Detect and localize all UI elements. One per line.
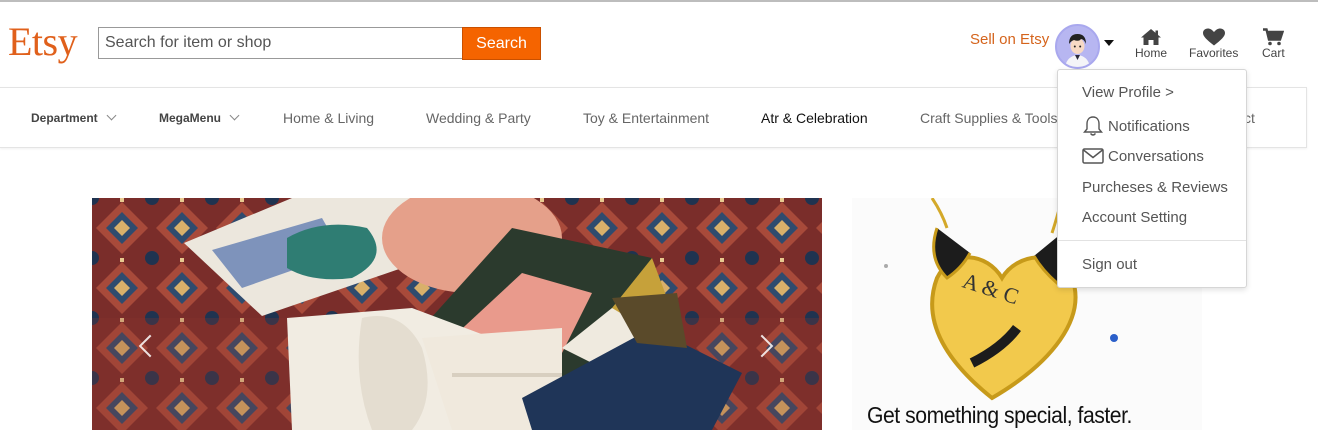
category-toy-entertainment[interactable]: Toy & Entertainment <box>583 88 709 147</box>
home-icon <box>1141 29 1161 45</box>
notifications-label: Notifications <box>1108 117 1190 135</box>
search-button[interactable]: Search <box>462 27 541 60</box>
bell-icon <box>1083 116 1103 136</box>
menu-purchases-reviews[interactable]: Purcheses & Reviews <box>1082 179 1228 196</box>
envelope-icon <box>1082 148 1104 164</box>
search-field[interactable] <box>98 27 462 59</box>
menu-notifications[interactable]: Notifications <box>1082 115 1190 137</box>
home-label: Home <box>1135 46 1168 60</box>
hero-carousel[interactable] <box>92 198 822 430</box>
favorites-label: Favorites <box>1189 46 1239 60</box>
avatar-illustration <box>1057 26 1098 67</box>
menu-view-profile[interactable]: View Profile > <box>1082 84 1174 101</box>
category-craft-supplies[interactable]: Craft Supplies & Tools <box>920 88 1057 147</box>
user-menu-dropdown: View Profile > Notifications Conversatio… <box>1057 69 1247 288</box>
cart-icon <box>1263 28 1285 46</box>
category-wedding-party[interactable]: Wedding & Party <box>426 88 531 147</box>
hero-image <box>92 198 822 430</box>
category-department[interactable]: Department <box>31 88 117 147</box>
sell-on-etsy-link[interactable]: Sell on Etsy <box>970 31 1049 48</box>
etsy-logo[interactable]: Etsy <box>8 18 78 66</box>
top-border <box>0 0 1318 2</box>
nav-favorites[interactable]: Favorites <box>1189 28 1238 60</box>
menu-sign-out[interactable]: Sign out <box>1082 256 1137 273</box>
category-art-celebration[interactable]: Atr & Celebration <box>761 88 868 147</box>
menu-conversations[interactable]: Conversations <box>1082 147 1204 165</box>
promo-headline: Get something special, faster. <box>867 402 1132 428</box>
menu-account-setting[interactable]: Account Setting <box>1082 209 1187 226</box>
conversations-label: Conversations <box>1108 147 1204 165</box>
search-input[interactable] <box>99 28 462 58</box>
avatar[interactable] <box>1055 24 1100 69</box>
category-label: Department <box>31 110 98 125</box>
cart-label: Cart <box>1262 46 1285 60</box>
menu-divider <box>1058 240 1246 241</box>
chevron-down-icon <box>229 110 240 121</box>
category-home-living[interactable]: Home & Living <box>283 88 374 147</box>
heart-icon <box>1202 28 1225 46</box>
chevron-down-icon <box>106 110 117 121</box>
nav-cart[interactable]: Cart <box>1262 28 1285 60</box>
caret-down-icon[interactable] <box>1104 40 1114 46</box>
category-label: MegaMenu <box>159 110 222 125</box>
nav-home[interactable]: Home <box>1135 28 1167 60</box>
category-megamenu[interactable]: MegaMenu <box>159 88 240 147</box>
